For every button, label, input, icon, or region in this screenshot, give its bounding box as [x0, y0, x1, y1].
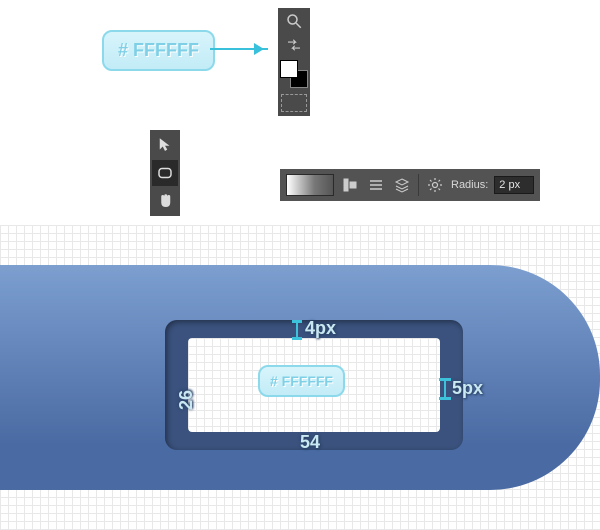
color-chip: # FFFFFF — [102, 30, 215, 71]
align-icon[interactable] — [340, 175, 360, 195]
dimension-height: 26 — [176, 390, 197, 410]
dimension-top: 4px — [305, 318, 336, 339]
hand-tool-icon[interactable] — [152, 188, 178, 214]
radius-label: Radius: — [451, 179, 488, 191]
radius-input[interactable] — [494, 176, 534, 194]
dimension-right: 5px — [452, 378, 483, 399]
bracket-icon — [292, 320, 302, 340]
divider — [418, 174, 419, 196]
selection-arrow-icon[interactable] — [152, 132, 178, 158]
bracket-icon — [439, 378, 451, 400]
swap-arrows-icon[interactable] — [280, 34, 308, 56]
color-chip-inner: # FFFFFF — [258, 365, 345, 397]
layers-icon[interactable] — [392, 175, 412, 195]
tools-panel-shape — [150, 130, 180, 216]
tools-panel-color — [278, 8, 310, 116]
rounded-rect-tool-icon[interactable] — [152, 160, 178, 186]
magnify-icon[interactable] — [280, 10, 308, 32]
gear-icon[interactable] — [425, 175, 445, 195]
arrow-indicator — [210, 48, 268, 50]
gradient-preview[interactable] — [286, 174, 334, 196]
dimension-width: 54 — [300, 432, 320, 453]
foreground-swatch[interactable] — [280, 60, 298, 78]
color-swatches[interactable] — [280, 60, 308, 88]
quickmask-icon[interactable] — [281, 94, 307, 112]
align-icon-2[interactable] — [366, 175, 386, 195]
options-bar: Radius: — [280, 169, 540, 201]
